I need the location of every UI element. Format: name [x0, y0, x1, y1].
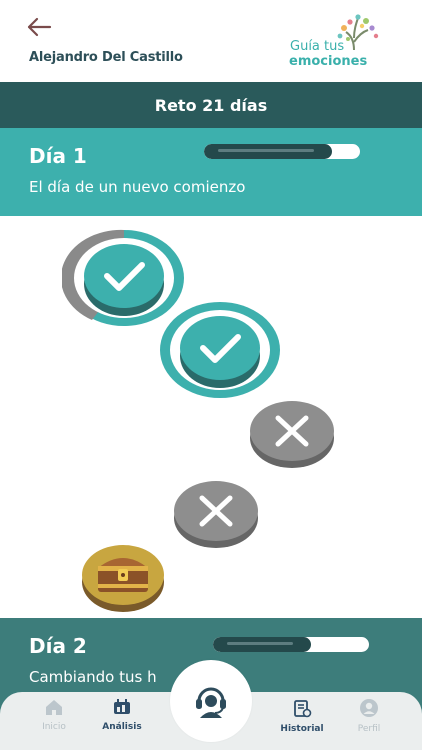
day-1-progress-bar — [204, 144, 360, 159]
day-2-progress-fill — [213, 637, 312, 652]
support-button[interactable] — [170, 660, 252, 742]
path-node-failed-2[interactable] — [172, 478, 260, 550]
home-icon — [46, 700, 62, 715]
nav-label-historial: Historial — [280, 724, 324, 734]
path-node-completed-2[interactable] — [158, 300, 282, 400]
challenge-title: Reto 21 días — [154, 95, 268, 115]
arrow-left-icon — [27, 17, 52, 37]
day-2-subtitle: Cambiando tus h — [29, 668, 157, 686]
logo-text-line1: Guía tus — [290, 39, 345, 54]
support-headset-icon — [196, 687, 226, 718]
day-1-title: Día 1 — [29, 144, 87, 168]
nav-item-inicio[interactable]: Inicio — [24, 698, 84, 732]
day-1-subtitle: El día de un nuevo comienzo — [29, 178, 246, 196]
app-logo: Guía tus emociones — [286, 12, 396, 72]
nav-item-analisis[interactable]: Análisis — [92, 698, 152, 732]
history-icon — [294, 700, 312, 718]
back-button[interactable] — [24, 14, 54, 40]
path-node-failed-1[interactable] — [248, 398, 336, 470]
nav-item-historial[interactable]: Historial — [272, 698, 332, 734]
nav-label-analisis: Análisis — [102, 722, 142, 732]
logo-text-line2: emociones — [289, 54, 368, 69]
treasure-chest-icon — [98, 558, 148, 592]
day-1-progress-fill — [204, 144, 332, 159]
nav-label-perfil: Perfil — [357, 724, 381, 734]
day-2-progress-bar — [213, 637, 369, 652]
analysis-icon — [114, 699, 130, 714]
path-node-reward[interactable] — [80, 542, 166, 614]
nav-item-perfil[interactable]: Perfil — [339, 698, 399, 734]
day-2-title: Día 2 — [29, 634, 87, 658]
day-1-header[interactable]: Día 1 El día de un nuevo comienzo — [0, 128, 422, 216]
profile-icon — [360, 699, 378, 717]
user-name: Alejandro Del Castillo — [29, 50, 183, 65]
nav-label-inicio: Inicio — [42, 722, 66, 732]
challenge-title-bar: Reto 21 días — [0, 82, 422, 128]
day-path — [0, 216, 422, 618]
app-header: Alejandro Del Castillo Guía tus emocione… — [0, 0, 422, 82]
